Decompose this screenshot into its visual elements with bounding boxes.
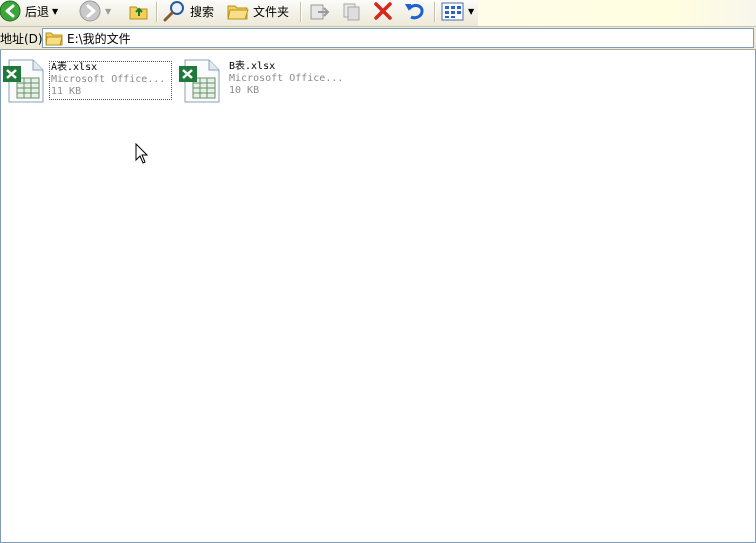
file-item-b[interactable]: B表.xlsx Microsoft Office... 10 KB xyxy=(175,58,355,104)
file-size: 10 KB xyxy=(229,85,260,96)
file-name: A表.xlsx xyxy=(51,62,98,73)
toolbar-separator xyxy=(300,2,302,22)
folders-icon xyxy=(227,5,249,20)
file-name: B表.xlsx xyxy=(229,61,276,72)
back-label: 后退 xyxy=(25,4,50,19)
excel-file-icon xyxy=(179,59,220,103)
folders-button[interactable]: 文件夹 xyxy=(226,0,289,22)
search-label: 搜索 xyxy=(190,4,215,19)
file-type: Microsoft Office... xyxy=(51,74,166,85)
excel-file-icon xyxy=(3,59,44,103)
move-to-icon xyxy=(310,4,330,20)
copy-to-button[interactable] xyxy=(340,0,364,22)
toolbar-separator xyxy=(156,2,158,22)
search-button[interactable]: 搜索 xyxy=(163,0,214,22)
file-size: 11 KB xyxy=(51,86,82,97)
forward-button[interactable]: ▼ xyxy=(78,0,111,22)
views-grid-icon xyxy=(441,2,464,21)
delete-button[interactable] xyxy=(372,0,394,22)
file-type: Microsoft Office... xyxy=(229,73,344,84)
file-label-a: A表.xlsx Microsoft Office... 11 KB xyxy=(49,61,173,100)
address-label: 地址(D) xyxy=(0,32,43,46)
forward-dropdown-icon[interactable]: ▼ xyxy=(105,7,111,16)
copy-to-icon xyxy=(343,3,360,21)
folders-label: 文件夹 xyxy=(253,4,290,19)
undo-icon xyxy=(405,3,424,20)
back-button[interactable]: 后退 ▼ xyxy=(0,0,58,22)
toolbar: 后退 ▼ ▼ 搜索 文件夹 ▼ xyxy=(0,0,756,27)
address-bar: 地址(D) E:\我的文件 xyxy=(0,27,756,50)
toolbar-highlight xyxy=(478,0,756,26)
file-item-a[interactable]: A表.xlsx Microsoft Office... 11 KB xyxy=(0,58,173,104)
back-dropdown-icon[interactable]: ▼ xyxy=(52,7,58,16)
toolbar-separator xyxy=(434,2,436,22)
file-list-pane[interactable]: A表.xlsx Microsoft Office... 11 KB B表.xls… xyxy=(0,50,756,543)
up-folder-button[interactable] xyxy=(128,0,150,22)
address-input[interactable]: E:\我的文件 xyxy=(42,28,754,48)
address-path: E:\我的文件 xyxy=(67,31,131,46)
move-to-button[interactable] xyxy=(308,0,332,22)
search-icon xyxy=(163,1,184,22)
mouse-cursor-icon xyxy=(135,143,149,164)
forward-arrow-icon xyxy=(79,0,101,22)
back-arrow-icon xyxy=(0,0,21,22)
views-dropdown-icon[interactable]: ▼ xyxy=(468,7,474,16)
views-button[interactable]: ▼ xyxy=(441,0,474,22)
undo-button[interactable] xyxy=(403,0,427,22)
folder-icon xyxy=(45,32,63,46)
delete-icon xyxy=(374,2,392,20)
file-label-b: B表.xlsx Microsoft Office... 10 KB xyxy=(229,61,343,97)
up-folder-icon xyxy=(129,6,148,20)
